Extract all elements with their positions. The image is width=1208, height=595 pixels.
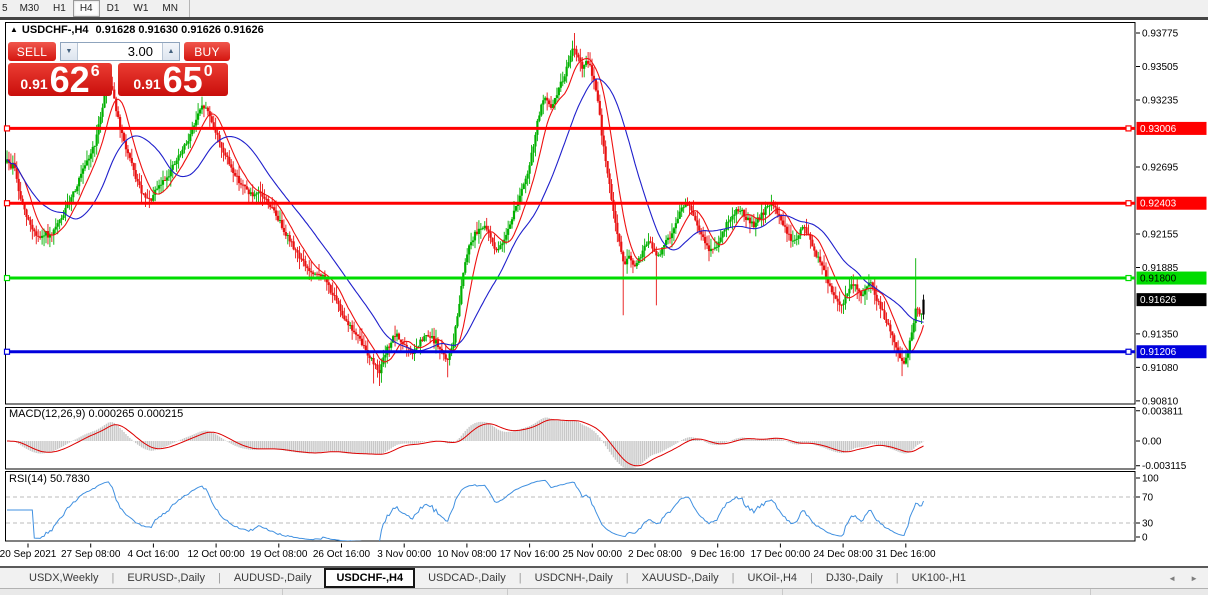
svg-text:0.92695: 0.92695 bbox=[1142, 162, 1179, 173]
volume-input[interactable]: 3.00 bbox=[78, 43, 162, 60]
rsi-pane[interactable] bbox=[6, 472, 1136, 542]
timeframe-button-h1[interactable]: H1 bbox=[46, 0, 73, 17]
buy-price-button[interactable]: 0.91 65 0 bbox=[118, 63, 228, 96]
svg-text:0.00: 0.00 bbox=[1142, 437, 1162, 448]
timeframe-button-d1[interactable]: D1 bbox=[100, 0, 127, 17]
svg-text:0.93006: 0.93006 bbox=[1140, 124, 1177, 135]
chart-tab-uk100-h1[interactable]: UK100-,H1 bbox=[899, 568, 979, 588]
svg-text:17 Nov 16:00: 17 Nov 16:00 bbox=[500, 549, 560, 560]
price-badge-support-green: 0.91800 bbox=[1137, 272, 1207, 285]
timeframe-button-mn[interactable]: MN bbox=[155, 0, 185, 17]
buy-price-prefix: 0.91 bbox=[133, 76, 160, 92]
timeframe-button-m30[interactable]: M30 bbox=[13, 0, 46, 17]
svg-text:0.003811: 0.003811 bbox=[1142, 406, 1183, 417]
svg-text:0.93775: 0.93775 bbox=[1142, 29, 1179, 40]
timeframe-button-5[interactable]: 5 bbox=[0, 0, 13, 17]
svg-text:2 Dec 08:00: 2 Dec 08:00 bbox=[628, 549, 682, 560]
svg-text:0: 0 bbox=[1142, 533, 1148, 544]
timeframe-toolbar: 5M30H1H4D1W1MN bbox=[0, 0, 1208, 17]
triangle-down-icon: ▼ bbox=[66, 48, 73, 55]
toolbar-divider bbox=[0, 17, 1208, 20]
chart-symbol-label: USDCHF-,H4 bbox=[22, 24, 89, 36]
macd-axis: 0.003811 0.00 -0.003115 bbox=[1136, 406, 1187, 472]
svg-text:0.93235: 0.93235 bbox=[1142, 95, 1179, 106]
price-badge-resistance-1: 0.93006 bbox=[1137, 122, 1207, 135]
svg-text:24 Dec 08:00: 24 Dec 08:00 bbox=[813, 549, 873, 560]
chart-tab-usdcad-daily[interactable]: USDCAD-,Daily bbox=[415, 568, 519, 588]
time-axis[interactable]: 20 Sep 2021 27 Sep 08:00 4 Oct 16:00 12 Oct… bbox=[0, 544, 936, 561]
buy-price-big: 65 bbox=[163, 66, 203, 95]
volume-decrease-button[interactable]: ▼ bbox=[61, 43, 78, 60]
svg-text:20 Sep 2021: 20 Sep 2021 bbox=[0, 549, 57, 560]
sell-price-button[interactable]: 0.91 62 6 bbox=[8, 63, 112, 96]
price-badge-support-blue: 0.91206 bbox=[1137, 345, 1207, 358]
chart-tab-audusd-daily[interactable]: AUDUSD-,Daily bbox=[221, 568, 325, 588]
svg-text:30: 30 bbox=[1142, 519, 1154, 530]
chart-tab-usdx-weekly[interactable]: USDX,Weekly bbox=[16, 568, 111, 588]
sell-price-pip: 6 bbox=[91, 63, 100, 81]
chart-title: ▲ USDCHF-,H4 0.91628 0.91630 0.91626 0.916… bbox=[10, 24, 264, 36]
svg-text:3 Nov 00:00: 3 Nov 00:00 bbox=[377, 549, 431, 560]
buy-button[interactable]: BUY bbox=[184, 42, 230, 61]
chart-tab-usdchf-h4[interactable]: USDCHF-,H4 bbox=[324, 568, 415, 588]
svg-text:12 Oct 00:00: 12 Oct 00:00 bbox=[187, 549, 245, 560]
svg-text:0.93505: 0.93505 bbox=[1142, 62, 1179, 73]
buy-price-pip: 0 bbox=[204, 63, 213, 81]
svg-text:27 Sep 08:00: 27 Sep 08:00 bbox=[61, 549, 121, 560]
macd-indicator-label: MACD(12,26,9) 0.000265 0.000215 bbox=[9, 408, 183, 420]
svg-text:0.91350: 0.91350 bbox=[1142, 329, 1179, 340]
status-strip bbox=[0, 588, 1208, 595]
sell-button[interactable]: SELL bbox=[8, 42, 56, 61]
svg-text:25 Nov 00:00: 25 Nov 00:00 bbox=[563, 549, 623, 560]
rsi-indicator-label: RSI(14) 50.7830 bbox=[9, 473, 90, 485]
svg-text:100: 100 bbox=[1142, 474, 1159, 485]
volume-increase-button[interactable]: ▲ bbox=[162, 43, 179, 60]
svg-text:70: 70 bbox=[1142, 493, 1154, 504]
svg-text:17 Dec 00:00: 17 Dec 00:00 bbox=[751, 549, 811, 560]
svg-text:26 Oct 16:00: 26 Oct 16:00 bbox=[313, 549, 371, 560]
svg-text:0.91800: 0.91800 bbox=[1140, 274, 1177, 285]
price-badge-resistance-2: 0.92403 bbox=[1137, 197, 1207, 210]
chart-ohlc-values: 0.91628 0.91630 0.91626 0.91626 bbox=[96, 24, 264, 36]
svg-text:4 Oct 16:00: 4 Oct 16:00 bbox=[128, 549, 180, 560]
chart-tab-usdcnh-daily[interactable]: USDCNH-,Daily bbox=[522, 568, 626, 588]
chart-tab-ukoil-h4[interactable]: UKOil-,H4 bbox=[735, 568, 811, 588]
svg-text:10 Nov 08:00: 10 Nov 08:00 bbox=[437, 549, 497, 560]
one-click-trading-panel: SELL ▼ 3.00 ▲ BUY 0.91 62 6 0.91 65 0 bbox=[8, 42, 230, 96]
toolbar-separator bbox=[189, 0, 190, 17]
svg-text:19 Oct 08:00: 19 Oct 08:00 bbox=[250, 549, 308, 560]
svg-text:0.91080: 0.91080 bbox=[1142, 363, 1179, 374]
svg-text:0.92155: 0.92155 bbox=[1142, 229, 1179, 240]
sell-price-prefix: 0.91 bbox=[20, 76, 47, 92]
triangle-up-icon: ▲ bbox=[168, 48, 175, 55]
volume-spinner: ▼ 3.00 ▲ bbox=[60, 42, 180, 61]
tab-scroll-right-icon[interactable]: ► bbox=[1190, 574, 1198, 583]
timeframe-button-w1[interactable]: W1 bbox=[126, 0, 155, 17]
timeframe-button-h4[interactable]: H4 bbox=[73, 0, 100, 17]
chart-tab-dj30-daily[interactable]: DJ30-,Daily bbox=[813, 568, 896, 588]
sell-price-big: 62 bbox=[50, 66, 90, 95]
svg-text:0.91626: 0.91626 bbox=[1140, 295, 1177, 306]
chart-tab-xauusd-daily[interactable]: XAUUSD-,Daily bbox=[629, 568, 732, 588]
collapse-arrow-icon[interactable]: ▲ bbox=[10, 25, 18, 34]
rsi-axis: 100 70 30 0 bbox=[1136, 474, 1159, 544]
current-price-badge: 0.91626 bbox=[1137, 293, 1207, 306]
svg-text:31 Dec 16:00: 31 Dec 16:00 bbox=[876, 549, 936, 560]
svg-text:0.91206: 0.91206 bbox=[1140, 347, 1177, 358]
svg-text:0.92403: 0.92403 bbox=[1140, 199, 1177, 210]
svg-text:-0.003115: -0.003115 bbox=[1142, 461, 1187, 472]
svg-text:9 Dec 16:00: 9 Dec 16:00 bbox=[691, 549, 745, 560]
tab-scroll-left-icon[interactable]: ◄ bbox=[1168, 574, 1176, 583]
chart-tab-eurusd-daily[interactable]: EURUSD-,Daily bbox=[114, 568, 218, 588]
chart-tab-bar: USDX,Weekly|EURUSD-,Daily|AUDUSD-,DailyU… bbox=[0, 567, 1208, 588]
